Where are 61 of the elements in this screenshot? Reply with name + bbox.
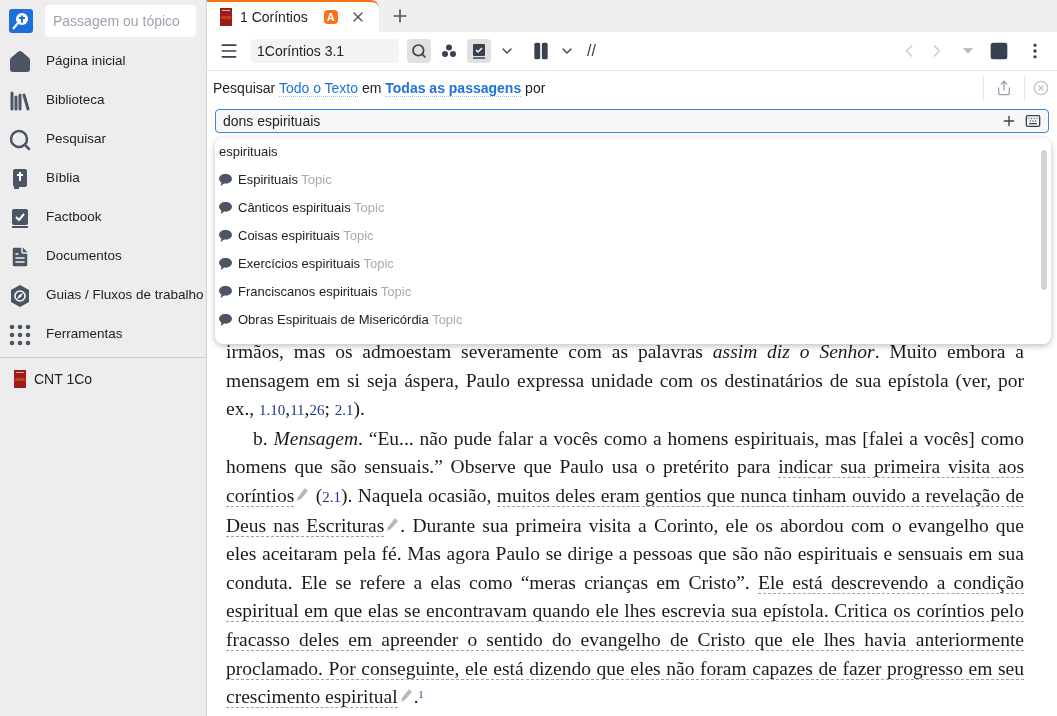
book-cover-icon <box>14 370 26 388</box>
speech-bubble-icon <box>219 174 232 186</box>
passage-search-field[interactable]: Passagem ou tópico <box>45 5 196 37</box>
search-button[interactable] <box>407 39 431 63</box>
parallel-button[interactable]: // <box>587 39 596 63</box>
keyboard-icon[interactable] <box>1025 113 1041 129</box>
speech-bubble-icon <box>219 230 232 242</box>
topic-suggestion[interactable]: Espirituais Topic <box>215 166 1041 194</box>
verse-link[interactable]: 26 <box>309 402 325 419</box>
speech-bubble-icon <box>219 286 232 298</box>
checklist-button[interactable] <box>467 39 491 63</box>
sidebar-item[interactable]: Bíblia <box>0 159 206 198</box>
search-icon <box>8 127 32 152</box>
book-cover-icon <box>220 8 232 26</box>
tab-badge: A <box>323 10 338 24</box>
sidebar-item[interactable]: Biblioteca <box>0 81 206 120</box>
pencil-icon <box>399 689 412 704</box>
panel-layout-icon[interactable] <box>989 41 1009 61</box>
verse-link[interactable]: 2.1 <box>334 402 354 419</box>
menu-icon[interactable] <box>219 41 239 61</box>
speech-bubble-icon <box>219 314 232 326</box>
topic-suggestion[interactable]: Franciscanos espirituais Topic <box>215 278 1041 306</box>
checklist-icon <box>471 43 487 59</box>
document-tab[interactable]: 1 Coríntios A <box>207 0 379 32</box>
search-icon <box>411 43 427 59</box>
dots-cluster-icon[interactable] <box>441 43 457 59</box>
scope-link[interactable]: Todo o Texto <box>278 79 359 97</box>
verse-link[interactable]: 11 <box>290 402 305 419</box>
speech-bubble-icon <box>219 258 232 270</box>
range-link[interactable]: Todas as passagens <box>385 79 522 97</box>
word-suggestion[interactable]: espirituais <box>215 138 1041 166</box>
footnote-link[interactable]: 1 <box>418 689 424 701</box>
sidebar-item[interactable]: Documentos <box>0 237 206 276</box>
commentary-paragraph: b. Mensagem. “Eu... não pude falar a vocês como a homens espirituais, mas [falei a vocês] como homens que são sensuais.” Observe que Paulo usa o pretérito para indicar sua primeira visita aos coríntios (2.1). Naquela ocasião, muitos deles eram gentios que nunca tinham ouvido a revelação de Deus nas Escrituras . Durante sua primeira visita a Corinto, ele os abordou com o evangelho que eles aceitaram pela fé. Mas agora Paulo se dirige a pessoas que são não espirituais e sensuais em sua conduta. Ele se refere a elas como “meras crianças em Cristo”. Ele está descrevendo a condição espiritual em que elas se encontravam quando ele lhes escrevia sua epístola. Critica os coríntios pelo fracasso deles em apreender o sentido do evangelho de Cristo que ele lhes havia anteriormente proclamado. Por conseguinte, ele está dizendo que eles não foram capazes de fazer progresso em seu crescimento espiritual .$^{1}$ <box>226 426 1024 711</box>
columns-icon[interactable] <box>531 41 551 61</box>
compass-badge-icon <box>8 283 32 308</box>
search-scope-sentence: Pesquisar Todo o Texto em Todas as passagens por <box>213 78 546 99</box>
pencil-icon <box>296 487 309 502</box>
query-text: dons espirituais <box>223 111 322 131</box>
topic-suggestion[interactable]: Coisas espirituais Topic <box>215 222 1041 250</box>
topic-suggestion[interactable]: Cânticos espirituais Topic <box>215 194 1041 222</box>
app-logo-icon <box>9 9 33 33</box>
grid-icon <box>8 322 32 347</box>
recent-resource-item[interactable]: CNT 1Co <box>0 364 206 394</box>
reference-field[interactable]: 1Coríntios 3.1 <box>251 39 399 63</box>
sidebar-item[interactable]: Guias / Fluxos de trabalho <box>0 276 206 315</box>
sidebar-item[interactable]: Ferramentas <box>0 315 206 354</box>
verse-link[interactable]: 1.10 <box>259 402 286 419</box>
add-icon[interactable] <box>1001 113 1017 129</box>
verse-link[interactable]: 2.1 <box>322 488 341 505</box>
pencil-icon <box>386 517 399 532</box>
search-query-field[interactable]: dons espirituais <box>215 109 1049 133</box>
scrollbar[interactable] <box>1041 150 1047 290</box>
home-icon <box>8 49 32 74</box>
speech-bubble-icon <box>219 202 232 214</box>
sidebar-item[interactable]: Página inicial <box>0 42 206 81</box>
sidebar-item[interactable]: Factbook <box>0 198 206 237</box>
tab-title: 1 Coríntios <box>240 7 308 27</box>
topic-suggestion[interactable]: Obras Espirituais de Misericórdia Topic <box>215 306 1041 334</box>
sidebar-item[interactable]: Pesquisar <box>0 120 206 159</box>
topic-suggestion[interactable]: Exercícios espirituais Topic <box>215 250 1041 278</box>
